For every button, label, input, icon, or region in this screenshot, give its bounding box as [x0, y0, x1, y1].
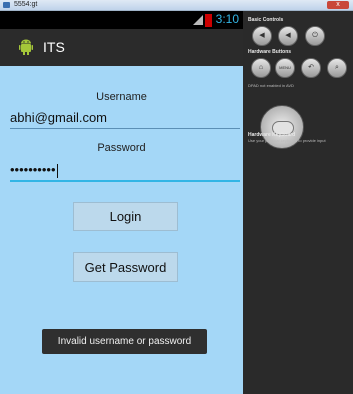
- home-button[interactable]: ⌂: [251, 58, 271, 78]
- signal-icon: [193, 15, 203, 25]
- basic-controls-heading: Basic Controls: [248, 17, 284, 23]
- search-icon: ⌕: [335, 64, 339, 71]
- window-title: 5554:gt: [14, 1, 38, 8]
- menu-label: MENU: [279, 65, 291, 70]
- password-value-wrap: ••••••••••: [10, 162, 58, 178]
- battery-icon: [205, 14, 212, 27]
- power-button[interactable]: ⏻: [305, 26, 325, 46]
- volume-down-button[interactable]: ◀: [252, 26, 272, 46]
- emulator-controls-panel: Basic Controls ◀ ◀ ⏻ Hardware Buttons ⌂ …: [243, 11, 353, 394]
- back-icon: ↶: [308, 64, 314, 71]
- android-icon: [19, 39, 33, 55]
- get-password-button[interactable]: Get Password: [73, 252, 178, 282]
- action-bar: ITS: [0, 29, 243, 66]
- password-value: ••••••••••: [10, 162, 56, 177]
- power-icon: ⏻: [312, 32, 318, 39]
- dpad-note: DPAD not enabled in AVD: [248, 83, 294, 88]
- search-button[interactable]: ⌕: [327, 58, 347, 78]
- window-titlebar: 5554:gt x: [0, 0, 353, 11]
- password-label: Password: [97, 142, 146, 154]
- login-button[interactable]: Login: [73, 202, 178, 231]
- volume-up-button[interactable]: ◀: [278, 26, 298, 46]
- menu-button[interactable]: MENU: [275, 58, 295, 78]
- hardware-keyboard-note: Use your physical keyboard to provide in…: [248, 138, 326, 143]
- username-field[interactable]: abhi@gmail.com: [10, 108, 240, 129]
- hardware-buttons-heading: Hardware Buttons: [248, 49, 292, 55]
- error-toast: Invalid username or password: [42, 329, 207, 354]
- status-time: 3:10: [215, 12, 239, 26]
- app-title: ITS: [43, 39, 65, 55]
- username-label: Username: [96, 91, 147, 103]
- volume-down-icon: ◀: [259, 32, 265, 39]
- home-icon: ⌂: [258, 64, 264, 71]
- text-cursor: [56, 163, 58, 178]
- volume-up-icon: ◀: [285, 32, 291, 39]
- username-value: abhi@gmail.com: [10, 110, 108, 125]
- window-close-button[interactable]: x: [327, 1, 349, 9]
- password-field[interactable]: ••••••••••: [10, 160, 240, 182]
- window-icon: [3, 2, 10, 8]
- back-button[interactable]: ↶: [301, 58, 321, 78]
- status-bar: 3:10: [0, 11, 243, 29]
